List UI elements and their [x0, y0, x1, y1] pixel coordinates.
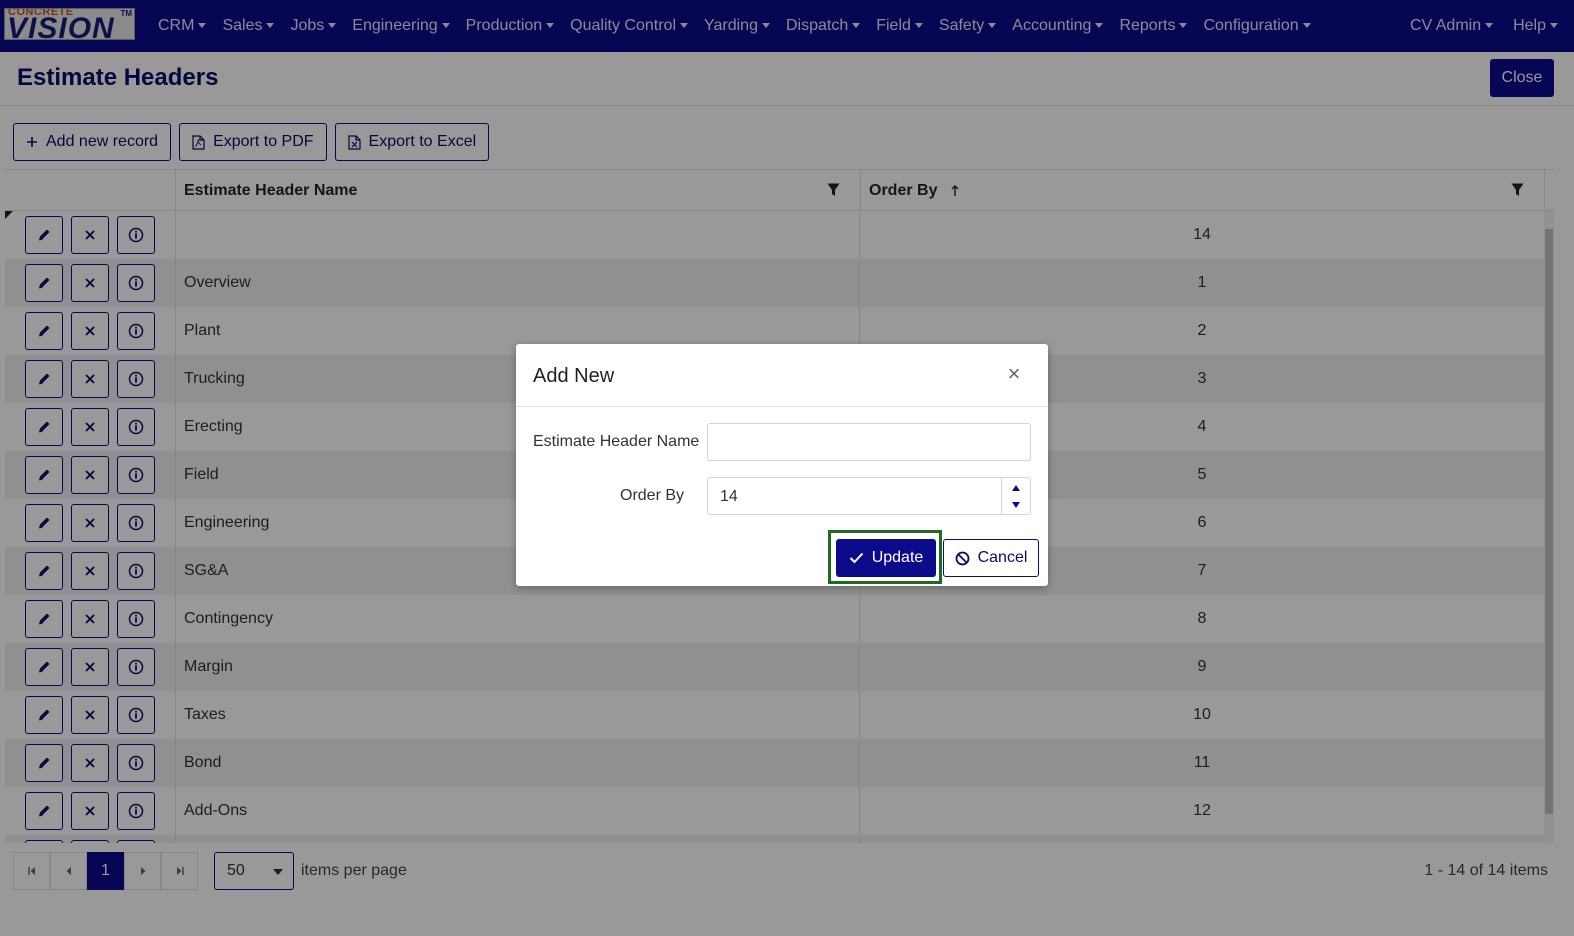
update-button[interactable]: Update: [836, 539, 936, 577]
spinner-down-icon[interactable]: [1012, 502, 1020, 508]
cancel-circle-icon: [955, 551, 970, 566]
cancel-label: Cancel: [977, 549, 1028, 566]
order-by-label: Order By: [620, 487, 685, 504]
add-new-dialog: Add New × Estimate Header Name Order By …: [516, 344, 1048, 586]
order-by-numeric-input[interactable]: 14: [707, 477, 1031, 515]
checkmark-icon: [849, 552, 864, 564]
dialog-header: Add New ×: [516, 344, 1048, 407]
estimate-header-name-input[interactable]: [707, 423, 1031, 461]
close-icon[interactable]: ×: [1004, 363, 1024, 385]
estimate-header-name-label: Estimate Header Name: [533, 433, 700, 450]
order-by-value: 14: [720, 488, 738, 505]
cancel-button[interactable]: Cancel: [943, 539, 1039, 577]
dialog-title: Add New: [533, 365, 615, 387]
update-label: Update: [871, 549, 924, 566]
spinner-buttons: [1001, 478, 1031, 514]
spinner-up-icon[interactable]: [1012, 485, 1020, 491]
